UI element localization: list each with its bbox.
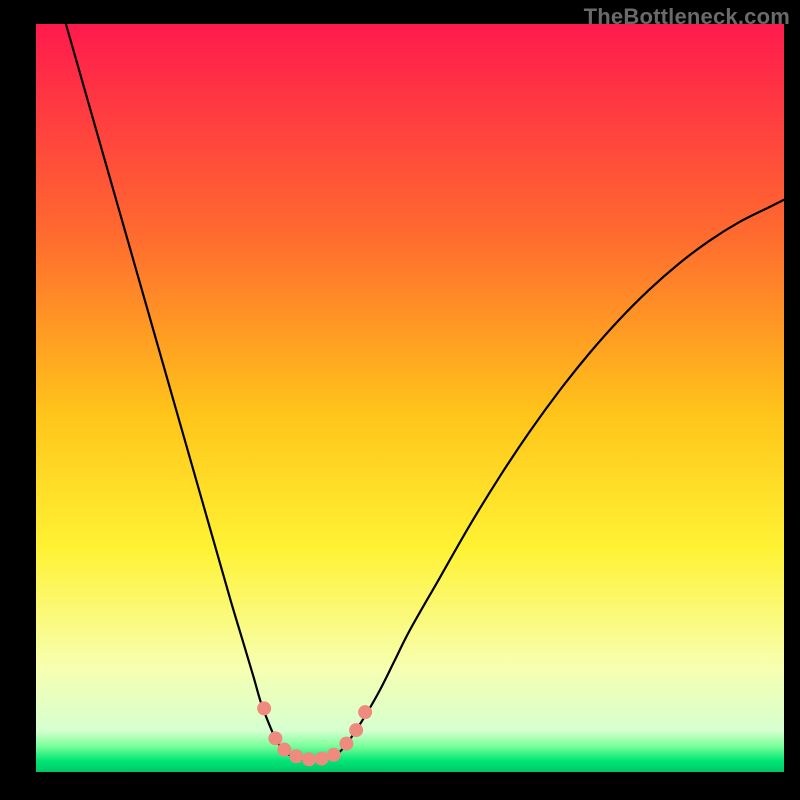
watermark-text: TheBottleneck.com (584, 4, 790, 30)
marker-dots-group (257, 701, 372, 766)
marker-dot (315, 752, 329, 766)
marker-dot (277, 743, 291, 757)
marker-dot (327, 748, 341, 762)
marker-dot (289, 749, 303, 763)
marker-dot (302, 752, 316, 766)
marker-dot (349, 723, 363, 737)
marker-dot (339, 737, 353, 751)
marker-dot (257, 701, 271, 715)
marker-dot (268, 731, 282, 745)
chart-plot-area (36, 24, 784, 772)
chart-svg (36, 24, 784, 772)
marker-dot (358, 705, 372, 719)
bottleneck-curve (66, 24, 784, 760)
chart-frame: TheBottleneck.com (0, 0, 800, 800)
